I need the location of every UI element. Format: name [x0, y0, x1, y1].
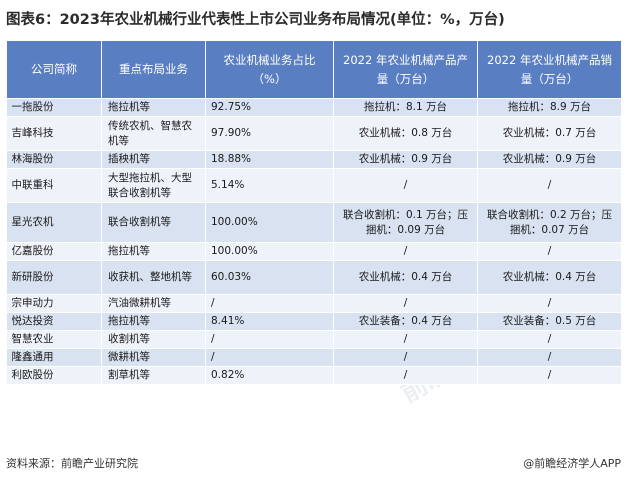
sales-cell: 农业机械：0.7 万台: [477, 116, 622, 151]
business-cell: 大型拖拉机、大型联合收割机等: [101, 168, 206, 203]
source-note: 资料来源：前瞻产业研究院: [6, 457, 138, 470]
company-cell: 亿嘉股份: [6, 242, 102, 261]
share-cell: 100.00%: [205, 242, 334, 261]
table-row: 智慧农业 收割机等 / / /: [6, 330, 622, 349]
production-cell: /: [333, 294, 478, 313]
column-header-share: 农业机械业务占比（%）: [205, 40, 334, 99]
sales-cell: 拖拉机：8.9 万台: [477, 98, 622, 117]
business-cell: 插秧机等: [101, 150, 206, 169]
table-row: 悦达投资 拖拉机等 8.41% 农业装备：0.4 万台 农业装备：0.5 万台: [6, 312, 622, 331]
data-table: 公司简称 重点布局业务 农业机械业务占比（%） 2022 年农业机械产品产量（万…: [6, 40, 622, 385]
brand-label: @前瞻经济学人APP: [523, 457, 621, 470]
company-cell: 星光农机: [6, 202, 102, 243]
header-row: 公司简称 重点布局业务 农业机械业务占比（%） 2022 年农业机械产品产量（万…: [6, 40, 622, 99]
column-header-business: 重点布局业务: [101, 40, 206, 99]
business-cell: 收获机、整地机等: [101, 260, 206, 295]
production-cell: /: [333, 242, 478, 261]
production-cell: /: [333, 168, 478, 203]
share-cell: 97.90%: [205, 116, 334, 151]
sales-cell: 农业机械：0.9 万台: [477, 150, 622, 169]
column-header-production: 2022 年农业机械产品产量（万台）: [333, 40, 478, 99]
business-cell: 传统农机、智慧农机等: [101, 116, 206, 151]
business-cell: 割草机等: [101, 366, 206, 385]
table-row: 吉峰科技 传统农机、智慧农机等 97.90% 农业机械：0.8 万台 农业机械：0.7 …: [6, 116, 622, 151]
business-cell: 联合收割机等: [101, 202, 206, 243]
company-cell: 悦达投资: [6, 312, 102, 331]
sales-cell: 农业装备：0.5 万台: [477, 312, 622, 331]
sales-cell: /: [477, 294, 622, 313]
business-cell: 拖拉机等: [101, 242, 206, 261]
share-cell: 100.00%: [205, 202, 334, 243]
share-cell: 0.82%: [205, 366, 334, 385]
share-cell: /: [205, 348, 334, 367]
share-cell: /: [205, 294, 334, 313]
production-cell: /: [333, 348, 478, 367]
business-cell: 拖拉机等: [101, 98, 206, 117]
sales-cell: /: [477, 168, 622, 203]
share-cell: 60.03%: [205, 260, 334, 295]
company-cell: 吉峰科技: [6, 116, 102, 151]
business-cell: 微耕机等: [101, 348, 206, 367]
business-cell: 收割机等: [101, 330, 206, 349]
sales-cell: /: [477, 366, 622, 385]
company-cell: 利欧股份: [6, 366, 102, 385]
table-row: 宗申动力 汽油微耕机等 / / /: [6, 294, 622, 313]
business-cell: 汽油微耕机等: [101, 294, 206, 313]
table-row: 隆鑫通用 微耕机等 / / /: [6, 348, 622, 367]
production-cell: 农业机械：0.4 万台: [333, 260, 478, 295]
sales-cell: 联合收割机：0.2 万台；压捆机：0.07 万台: [477, 202, 622, 243]
sales-cell: 农业机械：0.4 万台: [477, 260, 622, 295]
share-cell: 92.75%: [205, 98, 334, 117]
production-cell: 拖拉机：8.1 万台: [333, 98, 478, 117]
share-cell: /: [205, 330, 334, 349]
sales-cell: /: [477, 348, 622, 367]
production-cell: 农业机械：0.9 万台: [333, 150, 478, 169]
table-row: 新研股份 收获机、整地机等 60.03% 农业机械：0.4 万台 农业机械：0.4 万台: [6, 260, 622, 295]
page-title: 图表6：2023年农业机械行业代表性上市公司业务布局情况(单位：%，万台): [6, 12, 505, 28]
share-cell: 5.14%: [205, 168, 334, 203]
table-row: 利欧股份 割草机等 0.82% / /: [6, 366, 622, 385]
table-row: 星光农机 联合收割机等 100.00% 联合收割机：0.1 万台；压捆机：0.09 万…: [6, 202, 622, 243]
sales-cell: /: [477, 242, 622, 261]
table-row: 亿嘉股份 拖拉机等 100.00% / /: [6, 242, 622, 261]
share-cell: 8.41%: [205, 312, 334, 331]
company-cell: 一拖股份: [6, 98, 102, 117]
company-cell: 宗申动力: [6, 294, 102, 313]
company-cell: 智慧农业: [6, 330, 102, 349]
column-header-company: 公司简称: [6, 40, 102, 99]
business-cell: 拖拉机等: [101, 312, 206, 331]
table-row: 一拖股份 拖拉机等 92.75% 拖拉机：8.1 万台 拖拉机：8.9 万台: [6, 98, 622, 117]
company-cell: 新研股份: [6, 260, 102, 295]
company-cell: 中联重科: [6, 168, 102, 203]
company-cell: 隆鑫通用: [6, 348, 102, 367]
production-cell: /: [333, 366, 478, 385]
production-cell: /: [333, 330, 478, 349]
column-header-sales: 2022 年农业机械产品销量（万台）: [477, 40, 622, 99]
production-cell: 农业机械：0.8 万台: [333, 116, 478, 151]
table-row: 林海股份 插秧机等 18.88% 农业机械：0.9 万台 农业机械：0.9 万台: [6, 150, 622, 169]
table-row: 中联重科 大型拖拉机、大型联合收割机等 5.14% / /: [6, 168, 622, 203]
production-cell: 农业装备：0.4 万台: [333, 312, 478, 331]
sales-cell: /: [477, 330, 622, 349]
share-cell: 18.88%: [205, 150, 334, 169]
production-cell: 联合收割机：0.1 万台；压捆机：0.09 万台: [333, 202, 478, 243]
company-cell: 林海股份: [6, 150, 102, 169]
